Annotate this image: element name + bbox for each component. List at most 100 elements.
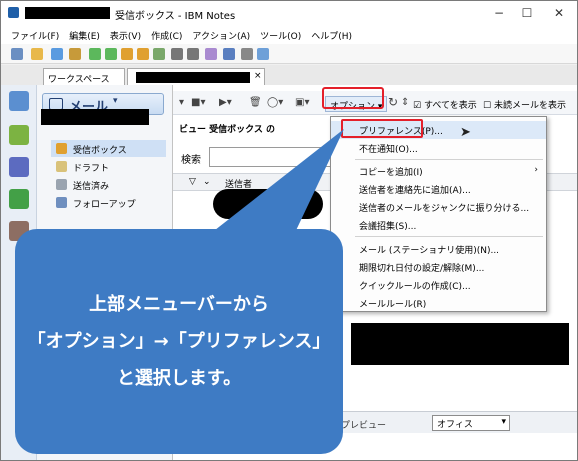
minimize-button[interactable]: − <box>484 4 514 22</box>
menu-view[interactable]: 表示(V) <box>105 25 146 44</box>
redacted-mailbox-name <box>41 109 149 125</box>
mail-app-icon[interactable] <box>9 91 29 111</box>
inbox-icon <box>56 143 67 154</box>
chat-icon[interactable]: ◯▾ <box>267 97 283 108</box>
refresh-icon[interactable] <box>171 48 183 60</box>
nav-item-label: 送信済み <box>73 182 110 192</box>
show-all-label: すべてを表示 <box>423 101 477 111</box>
menu-item-meeting[interactable]: 会議招集(S)... <box>331 216 546 234</box>
open-folder-icon[interactable] <box>31 48 43 60</box>
redacted-preview-content <box>351 323 569 365</box>
preview-label[interactable]: プレビュー <box>341 418 386 431</box>
callout-line-3: と選択します。 <box>116 368 242 389</box>
help-icon[interactable] <box>257 48 269 60</box>
callout-line-2: 「オプション」→「プリファレンス」 <box>27 331 331 352</box>
tab-strip: ワークスペース × <box>1 65 577 85</box>
mouse-cursor-icon: ➤ <box>460 125 471 140</box>
chevron-down-icon: ▾ <box>501 417 506 427</box>
show-all-toggle[interactable]: ☑ すべてを表示 <box>413 98 477 111</box>
forward-icon[interactable] <box>105 48 117 60</box>
redacted-tab-name <box>136 72 250 83</box>
menu-item-quick-rule[interactable]: クイックルールの作成(C)... <box>331 276 546 294</box>
sort-toggle-icon[interactable]: ▽ <box>189 177 196 187</box>
up-icon[interactable] <box>121 48 133 60</box>
menu-edit[interactable]: 編集(E) <box>64 25 105 44</box>
chevron-down-icon[interactable]: ⌄ <box>203 177 211 187</box>
draft-icon <box>56 161 67 172</box>
checkbox-icon: ☑ <box>413 101 422 111</box>
tab-close-icon[interactable]: × <box>254 71 262 81</box>
menu-help[interactable]: ヘルプ(H) <box>306 25 357 44</box>
preferences-highlight-frame <box>341 119 423 138</box>
flag-icon <box>56 197 67 208</box>
nav-item-inbox[interactable]: 受信ボックス <box>51 140 166 157</box>
menu-item-expiration[interactable]: 期限切れ日付の設定/解除(M)... <box>331 258 546 276</box>
redacted-username <box>25 7 110 19</box>
menu-item-junk-sender[interactable]: 送信者のメールをジャンクに振り分ける... <box>331 198 546 216</box>
checkbox-icon: ☐ <box>483 101 492 111</box>
nav-item-label: フォローアップ <box>73 200 136 210</box>
menu-item-add-sender[interactable]: 送信者を連絡先に追加(A)... <box>331 180 546 198</box>
menu-file[interactable]: ファイル(F) <box>6 25 64 44</box>
down-icon[interactable] <box>137 48 149 60</box>
delete-icon[interactable]: 🗑 <box>249 97 262 108</box>
tab-mail[interactable]: × <box>127 68 265 85</box>
contacts-app-icon[interactable] <box>9 157 29 177</box>
menu-item-label: コピーを追加(I) <box>359 168 423 178</box>
refresh-view-icon[interactable]: ↻ <box>388 95 398 109</box>
follow-up-flag-icon[interactable]: ▶▾ <box>219 97 232 108</box>
callout-text: 上部メニューバーから 「オプション」→「プリファレンス」 と選択します。 <box>15 286 343 397</box>
nav-item-followup[interactable]: フォローアップ <box>51 194 166 211</box>
more-icon[interactable]: ▣▾ <box>295 97 309 108</box>
sent-icon <box>56 179 67 190</box>
sync-icon[interactable] <box>153 48 165 60</box>
new-mail-dropdown-icon[interactable]: ▾ <box>179 97 184 108</box>
nav-item-sent[interactable]: 送信済み <box>51 176 166 193</box>
redacted-message-row <box>213 189 323 219</box>
calendar-app-icon[interactable] <box>9 125 29 145</box>
location-label: オフィス <box>437 420 473 430</box>
back-icon[interactable] <box>89 48 101 60</box>
main-toolbar <box>1 44 577 64</box>
chevron-down-icon: ▾ <box>113 96 118 106</box>
print-icon[interactable] <box>69 48 81 60</box>
menu-tools[interactable]: ツール(O) <box>255 25 306 44</box>
replicate-icon[interactable] <box>223 48 235 60</box>
menu-bar: ファイル(F) 編集(E) 表示(V) 作成(C) アクション(A) ツール(O… <box>1 25 577 44</box>
menu-item-mail-rules[interactable]: メールルール(R) <box>331 294 546 312</box>
search-label: 検索 <box>181 155 201 166</box>
close-button[interactable]: ✕ <box>544 4 574 22</box>
title-bar: 受信ボックス - IBM Notes − ☐ ✕ <box>1 1 577 25</box>
menu-actions[interactable]: アクション(A) <box>187 25 255 44</box>
nav-item-drafts[interactable]: ドラフト <box>51 158 166 175</box>
options-menu: プリファレンス(P)... 不在通知(O)... コピーを追加(I) › 送信者… <box>330 116 547 312</box>
location-selector[interactable]: オフィス ▾ <box>432 415 510 431</box>
options-highlight-frame <box>322 87 384 109</box>
unread-toggle[interactable]: ☐ 未読メールを表示 <box>483 98 566 111</box>
chevron-right-icon: › <box>534 165 538 175</box>
notes-window: 受信ボックス - IBM Notes − ☐ ✕ ファイル(F) 編集(E) 表… <box>0 0 578 461</box>
menu-separator <box>355 159 543 160</box>
menu-create[interactable]: 作成(C) <box>146 25 187 44</box>
maximize-button[interactable]: ☐ <box>512 4 542 22</box>
notes-app-icon <box>8 7 19 18</box>
menu-item-stationery[interactable]: メール (ステーショナリ使用)(N)... <box>331 240 546 258</box>
nav-item-label: 受信ボックス <box>73 146 127 156</box>
folder-icon[interactable]: ■▾ <box>191 97 205 108</box>
tab-workspace-label: ワークスペース <box>48 75 110 85</box>
home-icon[interactable] <box>11 48 23 60</box>
stop-icon[interactable] <box>187 48 199 60</box>
window-title: 受信ボックス - IBM Notes <box>115 11 236 22</box>
tab-workspace[interactable]: ワークスペース <box>43 68 125 85</box>
search-icon[interactable] <box>241 48 253 60</box>
menu-separator <box>355 236 543 237</box>
bookmark-icon[interactable] <box>205 48 217 60</box>
unread-label: 未読メールを表示 <box>493 101 566 111</box>
save-icon[interactable] <box>51 48 63 60</box>
nav-item-label: ドラフト <box>73 164 110 174</box>
menu-item-add-copy[interactable]: コピーを追加(I) › <box>331 162 546 180</box>
todo-app-icon[interactable] <box>9 189 29 209</box>
sort-icon[interactable]: ⇕ <box>401 97 409 108</box>
callout-line-1: 上部メニューバーから <box>89 294 269 315</box>
menu-item-out-of-office[interactable]: 不在通知(O)... <box>331 139 546 157</box>
